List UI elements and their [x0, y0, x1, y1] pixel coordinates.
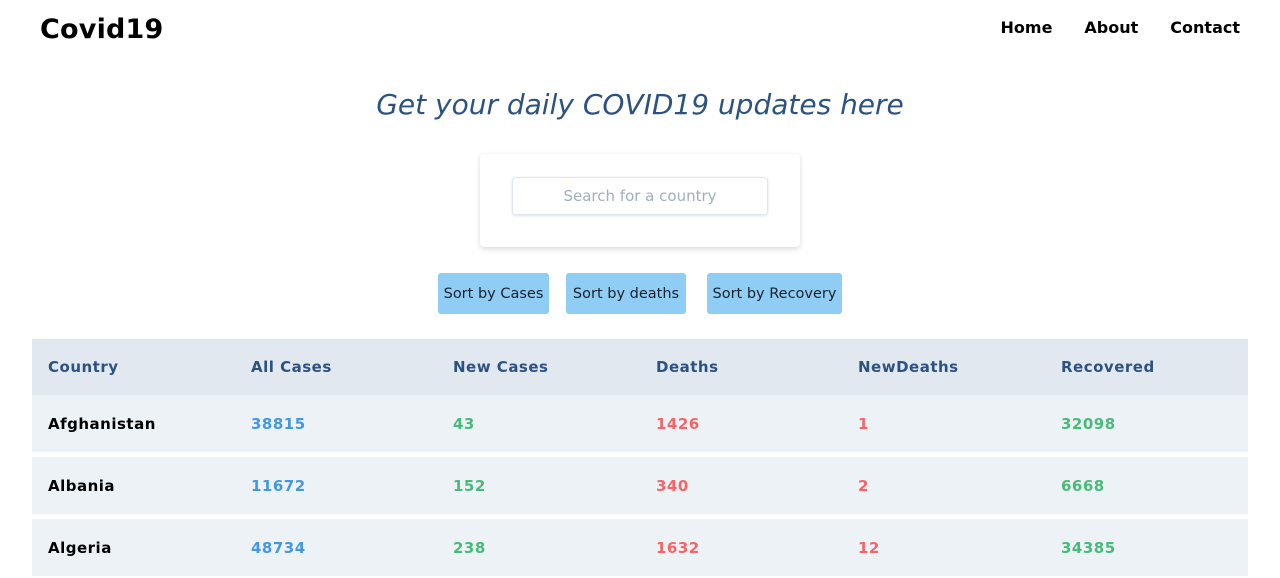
table-row: Algeria 48734 238 1632 12 34385 [32, 519, 1248, 576]
search-input[interactable] [512, 177, 768, 215]
cell-deaths: 1632 [656, 538, 700, 557]
nav-link-contact[interactable]: Contact [1170, 18, 1240, 37]
nav-links: Home About Contact [1001, 18, 1240, 37]
cell-new-cases: 152 [453, 476, 486, 495]
cell-recovered: 32098 [1061, 414, 1116, 433]
cell-new-cases: 238 [453, 538, 486, 557]
search-card [480, 154, 800, 247]
navbar: Covid19 Home About Contact [0, 0, 1280, 64]
cell-recovered: 34385 [1061, 538, 1116, 557]
cell-new-deaths: 12 [858, 538, 880, 557]
cell-country: Albania [48, 476, 116, 495]
cell-recovered: 6668 [1061, 476, 1105, 495]
sort-by-deaths-button[interactable]: Sort by deaths [566, 273, 686, 314]
covid-table: Country All Cases New Cases Deaths NewDe… [32, 339, 1248, 576]
brand-logo[interactable]: Covid19 [40, 14, 164, 45]
page-headline: Get your daily COVID19 updates here [376, 88, 904, 121]
table-row: Afghanistan 38815 43 1426 1 32098 [32, 395, 1248, 452]
sort-by-recovery-button[interactable]: Sort by Recovery [707, 273, 842, 314]
sort-bar: Sort by Cases Sort by deaths Sort by Rec… [0, 273, 1280, 314]
header-all-cases: All Cases [251, 358, 332, 376]
cell-deaths: 1426 [656, 414, 700, 433]
nav-link-home[interactable]: Home [1001, 18, 1053, 37]
header-new-cases: New Cases [453, 358, 549, 376]
header-new-deaths: NewDeaths [858, 358, 959, 376]
table-header-row: Country All Cases New Cases Deaths NewDe… [32, 339, 1248, 395]
nav-link-about[interactable]: About [1084, 18, 1138, 37]
table-row: Albania 11672 152 340 2 6668 [32, 457, 1248, 514]
cell-country: Afghanistan [48, 414, 156, 433]
cell-new-deaths: 2 [858, 476, 869, 495]
cell-deaths: 340 [656, 476, 689, 495]
cell-new-deaths: 1 [858, 414, 869, 433]
cell-new-cases: 43 [453, 414, 475, 433]
header-recovered: Recovered [1061, 358, 1155, 376]
cell-all-cases: 11672 [251, 476, 306, 495]
cell-country: Algeria [48, 538, 112, 557]
header-deaths: Deaths [656, 358, 719, 376]
sort-by-cases-button[interactable]: Sort by Cases [438, 273, 549, 314]
cell-all-cases: 38815 [251, 414, 306, 433]
cell-all-cases: 48734 [251, 538, 306, 557]
header-country: Country [48, 358, 119, 376]
